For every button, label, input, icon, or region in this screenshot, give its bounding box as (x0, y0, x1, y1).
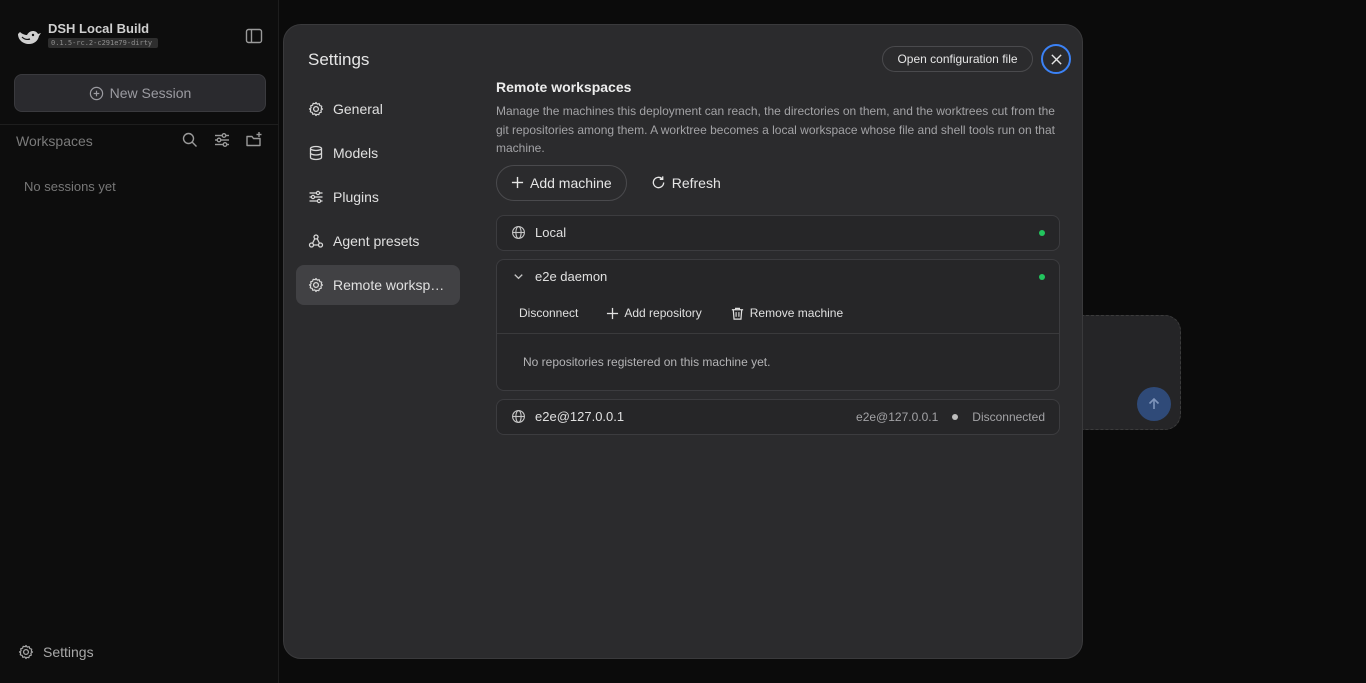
machine-row[interactable]: e2e daemon (497, 260, 1059, 294)
modal-title: Settings (308, 50, 370, 69)
new-folder-icon[interactable] (245, 131, 263, 149)
machine-row[interactable]: e2e@127.0.0.1 e2e@127.0.0.1 Disconnected (497, 400, 1059, 434)
gear-icon (308, 277, 324, 293)
machine-host: e2e@127.0.0.1 (856, 409, 939, 424)
sidebar-divider (0, 124, 279, 125)
nav-item-plugins[interactable]: Plugins (296, 177, 460, 217)
nav-item-general[interactable]: General (296, 89, 460, 129)
refresh-button[interactable]: Refresh (651, 175, 721, 191)
remove-machine-label: Remove machine (749, 306, 844, 320)
sliders-icon (309, 190, 323, 204)
chevron-down-icon[interactable] (511, 269, 526, 284)
brand: DSH Local Build 0.1.5-rc.2-c291e79-dirty (16, 22, 158, 48)
machine-name: e2e@127.0.0.1 (535, 409, 625, 424)
remove-machine-button[interactable]: Remove machine (730, 306, 843, 321)
sidebar: DSH Local Build 0.1.5-rc.2-c291e79-dirty… (0, 0, 279, 683)
refresh-icon (652, 176, 665, 189)
status-dot-disconnected (952, 413, 959, 420)
machine-status: Disconnected (972, 409, 1045, 424)
add-machine-button[interactable]: Add machine (496, 164, 627, 201)
arrow-up-icon (1148, 397, 1160, 409)
close-icon (1050, 53, 1062, 65)
add-repository-label: Add repository (624, 306, 702, 320)
status-dot-connected (1039, 273, 1045, 280)
disconnect-label: Disconnect (519, 306, 579, 320)
refresh-label: Refresh (671, 174, 721, 191)
settings-nav: General Models Plugins Agent presets Rem… (296, 89, 460, 309)
machine-name: Local (535, 225, 567, 240)
sidebar-settings-label: Settings (43, 644, 94, 660)
nav-item-agent-presets[interactable]: Agent presets (296, 221, 460, 261)
filter-sliders-icon[interactable] (213, 131, 231, 149)
close-button[interactable] (1041, 44, 1071, 74)
trash-icon (731, 307, 743, 320)
plus-icon (607, 307, 619, 319)
whale-logo-icon (18, 31, 41, 44)
gear-icon (308, 101, 324, 117)
machine-card-local: Local (496, 214, 1060, 251)
nav-item-remote-workspaces[interactable]: Remote workspaces (296, 265, 460, 305)
plus-circle-icon (89, 86, 103, 100)
sidebar-settings-link[interactable]: Settings (18, 644, 94, 660)
nav-item-models[interactable]: Models (296, 133, 460, 173)
database-icon (309, 145, 323, 161)
search-icon[interactable] (181, 131, 199, 149)
sidebar-toggle-icon[interactable] (245, 27, 263, 45)
machine-name: e2e daemon (535, 269, 608, 284)
section-description: Manage the machines this deployment can … (496, 104, 1055, 155)
nav-item-label: Models (333, 145, 379, 161)
no-repositories-text: No repositories registered on this machi… (523, 354, 771, 369)
no-sessions-text: No sessions yet (24, 179, 116, 194)
app-version: 0.1.5-rc.2-c291e79-dirty (48, 38, 158, 48)
settings-modal: Settings Open configuration file General… (283, 24, 1083, 659)
nav-item-label: Remote workspaces (333, 277, 445, 293)
gear-icon (18, 644, 34, 660)
machine-card-e2e-daemon: e2e daemon Disconnect Add repository Rem… (496, 258, 1060, 391)
nav-item-label: General (333, 101, 383, 117)
plus-icon (511, 176, 524, 189)
new-session-label: New Session (109, 85, 192, 101)
machine-actions: Disconnect Add repository Remove machine (497, 294, 1059, 334)
disconnect-button[interactable]: Disconnect (519, 306, 578, 320)
globe-icon (512, 226, 525, 239)
workspaces-heading: Workspaces (16, 133, 93, 149)
nav-item-label: Agent presets (333, 233, 420, 249)
machine-row[interactable]: Local (497, 216, 1059, 250)
nav-item-label: Plugins (333, 189, 379, 205)
add-repository-button[interactable]: Add repository (606, 306, 702, 320)
open-config-button[interactable]: Open configuration file (882, 46, 1033, 72)
send-button[interactable] (1137, 387, 1171, 421)
remote-workspaces-panel: Remote workspaces Manage the machines th… (496, 79, 1060, 435)
agents-icon (308, 234, 324, 248)
section-title: Remote workspaces (496, 79, 632, 95)
globe-icon (512, 410, 525, 423)
status-dot-connected (1039, 229, 1045, 236)
machine-card-e2e-host: e2e@127.0.0.1 e2e@127.0.0.1 Disconnected (496, 398, 1060, 435)
toolbar: Add machine Refresh (496, 164, 1060, 201)
add-machine-label: Add machine (530, 174, 612, 191)
new-session-button[interactable]: New Session (14, 74, 266, 112)
app-title: DSH Local Build (48, 21, 150, 36)
